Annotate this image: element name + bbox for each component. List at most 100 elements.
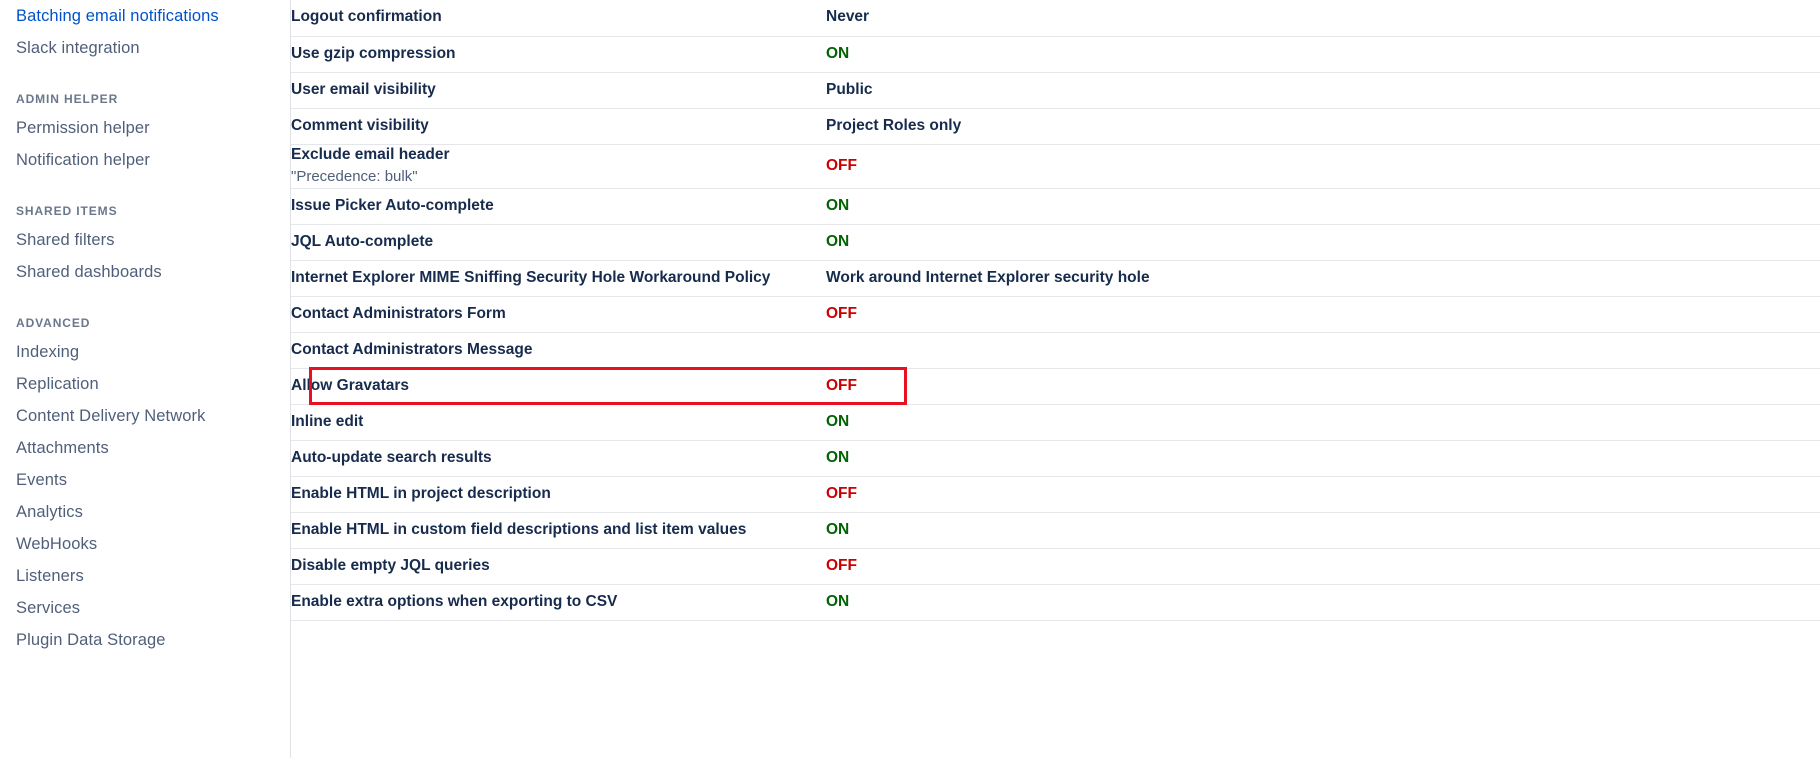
setting-label: Issue Picker Auto-complete	[291, 196, 494, 214]
setting-value-cell: ON	[826, 584, 1820, 621]
table-row[interactable]: Inline edit ON	[291, 404, 1820, 441]
table-row[interactable]: Issue Picker Auto-complete ON	[291, 188, 1820, 225]
setting-value-cell: OFF	[826, 296, 1820, 333]
setting-label-cell: JQL Auto-complete	[291, 224, 826, 261]
status-badge: ON	[826, 232, 850, 250]
setting-value: Never	[826, 8, 870, 26]
settings-main-panel: Logout confirmation Never Use gzip compres…	[291, 0, 1820, 758]
sidebar-top-list: Batching email notifications Slack integr…	[0, 0, 290, 64]
sidebar-item-listeners[interactable]: Listeners	[0, 560, 290, 592]
sidebar-item-attachments[interactable]: Attachments	[0, 432, 290, 464]
status-badge: OFF	[826, 304, 857, 322]
setting-label-cell: Disable empty JQL queries	[291, 548, 826, 585]
sidebar-item-events[interactable]: Events	[0, 464, 290, 496]
sidebar-item-analytics[interactable]: Analytics	[0, 496, 290, 528]
table-row[interactable]: JQL Auto-complete ON	[291, 224, 1820, 261]
setting-label-cell: Enable HTML in project description	[291, 476, 826, 513]
sidebar-item-shared-filters[interactable]: Shared filters	[0, 224, 290, 256]
setting-label-cell: Exclude email header "Precedence: bulk"	[291, 144, 826, 189]
setting-label: Allow Gravatars	[291, 376, 410, 394]
setting-value-cell: ON	[826, 512, 1820, 549]
setting-value-cell: ON	[826, 188, 1820, 225]
table-row[interactable]: Disable empty JQL queries OFF	[291, 548, 1820, 585]
setting-label: Enable extra options when exporting to C…	[291, 592, 618, 610]
setting-label-cell: Contact Administrators Message	[291, 332, 826, 369]
table-row[interactable]: Allow Gravatars OFF	[291, 368, 1820, 405]
setting-value-cell: Project Roles only	[826, 108, 1820, 145]
sidebar-item-shared-dashboards[interactable]: Shared dashboards	[0, 256, 290, 288]
setting-label-cell: Allow Gravatars	[291, 368, 826, 405]
setting-label: Comment visibility	[291, 116, 429, 134]
sidebar-section-title-admin-helper: ADMIN HELPER	[16, 92, 119, 106]
setting-sub-label: "Precedence: bulk"	[291, 168, 418, 186]
table-row[interactable]: Contact Administrators Form OFF	[291, 296, 1820, 333]
sidebar-list-shared-items: Shared filters Shared dashboards	[0, 224, 290, 288]
table-row[interactable]: Exclude email header "Precedence: bulk" OF…	[291, 144, 1820, 189]
status-badge: ON	[826, 592, 850, 610]
setting-value-cell	[826, 332, 1820, 369]
sidebar-item-webhooks[interactable]: WebHooks	[0, 528, 290, 560]
setting-label: Auto-update search results	[291, 448, 492, 466]
sidebar-item-services[interactable]: Services	[0, 592, 290, 624]
sidebar-item-notification-helper[interactable]: Notification helper	[0, 144, 290, 176]
sidebar-item-plugin-data-storage[interactable]: Plugin Data Storage	[0, 624, 290, 656]
setting-value-cell: Public	[826, 72, 1820, 109]
table-row[interactable]: Enable HTML in project description OFF	[291, 476, 1820, 513]
sidebar-item-batching-email-notifications[interactable]: Batching email notifications	[0, 0, 290, 32]
table-row[interactable]: Auto-update search results ON	[291, 440, 1820, 477]
table-row[interactable]: Enable HTML in custom field descriptions…	[291, 512, 1820, 549]
setting-value-cell: ON	[826, 224, 1820, 261]
sidebar-item-content-delivery-network[interactable]: Content Delivery Network	[0, 400, 290, 432]
table-row[interactable]: Contact Administrators Message	[291, 332, 1820, 369]
setting-label-cell: Use gzip compression	[291, 36, 826, 73]
setting-label: Inline edit	[291, 412, 364, 430]
setting-label: User email visibility	[291, 80, 436, 98]
sidebar-item-slack-integration[interactable]: Slack integration	[0, 32, 290, 64]
setting-value-cell: Work around Internet Explorer security h…	[826, 260, 1820, 297]
table-row[interactable]: Comment visibility Project Roles only	[291, 108, 1820, 145]
setting-label: Enable HTML in custom field descriptions…	[291, 520, 747, 538]
status-badge: OFF	[826, 156, 857, 174]
setting-label-cell: User email visibility	[291, 72, 826, 109]
sidebar-list-advanced: Indexing Replication Content Delivery Netw…	[0, 336, 290, 656]
table-row[interactable]: Internet Explorer MIME Sniffing Security…	[291, 260, 1820, 297]
setting-label-cell: Logout confirmation	[291, 0, 826, 37]
status-badge: OFF	[826, 556, 857, 574]
setting-label: Logout confirmation	[291, 8, 442, 26]
sidebar-item-permission-helper[interactable]: Permission helper	[0, 112, 290, 144]
sidebar-list-admin-helper: Permission helper Notification helper	[0, 112, 290, 176]
table-row[interactable]: User email visibility Public	[291, 72, 1820, 109]
setting-value: Project Roles only	[826, 116, 962, 134]
setting-label-cell: Auto-update search results	[291, 440, 826, 477]
sidebar-item-indexing[interactable]: Indexing	[0, 336, 290, 368]
status-badge: OFF	[826, 484, 857, 502]
setting-value: Public	[826, 80, 873, 98]
status-badge: ON	[826, 520, 850, 538]
setting-label-cell: Enable HTML in custom field descriptions…	[291, 512, 826, 549]
setting-value-cell: ON	[826, 404, 1820, 441]
page-root: Batching email notifications Slack integr…	[0, 0, 1820, 758]
table-row[interactable]: Enable extra options when exporting to C…	[291, 584, 1820, 621]
admin-sidebar: Batching email notifications Slack integr…	[0, 0, 291, 758]
setting-value-cell: OFF	[826, 368, 1820, 405]
setting-label-cell: Inline edit	[291, 404, 826, 441]
status-badge: ON	[826, 44, 850, 62]
setting-label: JQL Auto-complete	[291, 232, 434, 250]
setting-label-cell: Contact Administrators Form	[291, 296, 826, 333]
setting-label: Internet Explorer MIME Sniffing Security…	[291, 268, 771, 286]
setting-label: Contact Administrators Form	[291, 304, 506, 322]
setting-label-cell: Issue Picker Auto-complete	[291, 188, 826, 225]
setting-label: Exclude email header	[291, 145, 450, 163]
setting-value-cell: ON	[826, 36, 1820, 73]
status-badge: OFF	[826, 376, 857, 394]
status-badge: ON	[826, 448, 850, 466]
sidebar-sections: ADMIN HELPER Permission helper Notificatio…	[0, 86, 290, 656]
setting-label: Contact Administrators Message	[291, 340, 533, 358]
table-row[interactable]: Logout confirmation Never	[291, 0, 1820, 37]
status-badge: ON	[826, 412, 850, 430]
general-settings-table: Logout confirmation Never Use gzip compres…	[291, 0, 1820, 621]
table-row[interactable]: Use gzip compression ON	[291, 36, 1820, 73]
sidebar-item-replication[interactable]: Replication	[0, 368, 290, 400]
setting-label-cell: Internet Explorer MIME Sniffing Security…	[291, 260, 826, 297]
setting-label-cell: Enable extra options when exporting to C…	[291, 584, 826, 621]
